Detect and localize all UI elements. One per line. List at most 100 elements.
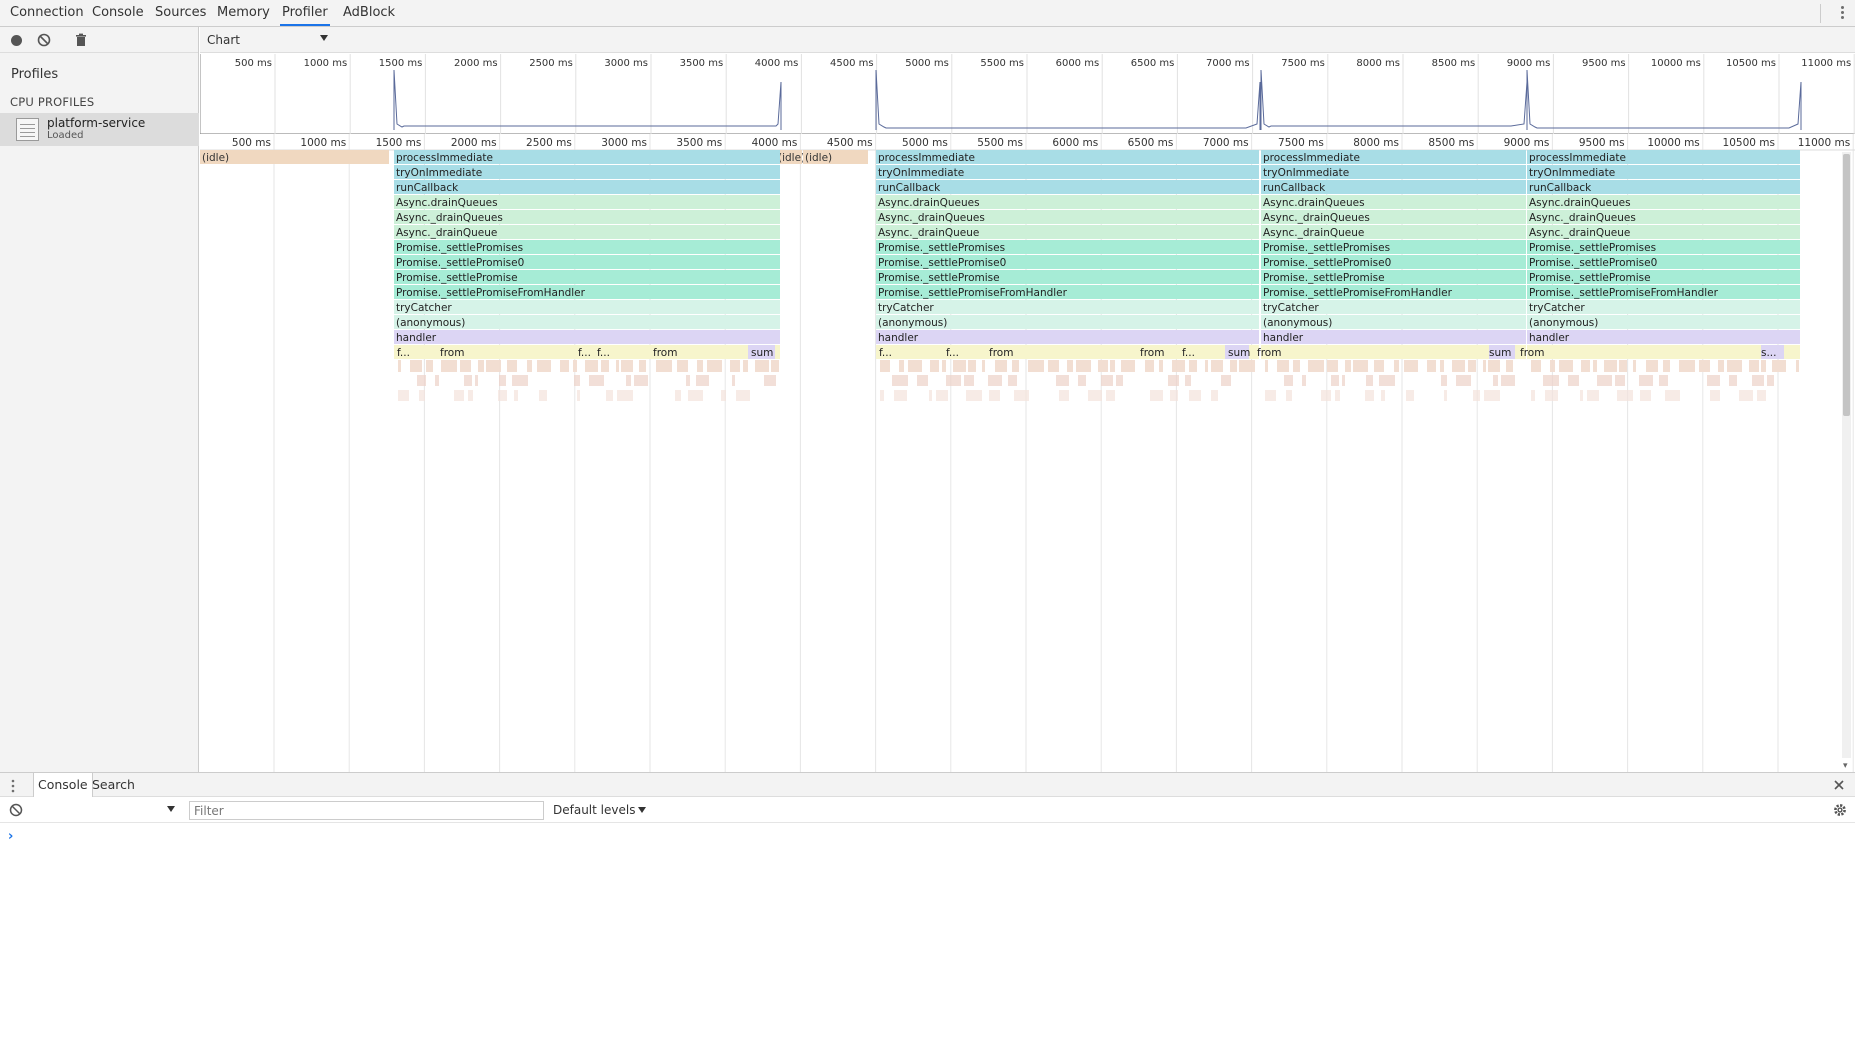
deep-frame-bar bbox=[688, 390, 703, 401]
settings-gear-icon[interactable] bbox=[1833, 803, 1847, 817]
deep-frame-bar bbox=[634, 375, 648, 386]
deep-frame-bar bbox=[880, 360, 890, 372]
overview-tick-label: 3000 ms bbox=[604, 58, 648, 69]
frame-label: Promise._settlePromise0 bbox=[396, 257, 524, 269]
frame-label: Async.drainQueues bbox=[878, 197, 980, 209]
deep-frame-bar bbox=[930, 360, 939, 372]
deep-frame-bar bbox=[1568, 375, 1579, 386]
timeline-overview[interactable]: 500 ms 1000 ms 1500 ms 2000 ms 2500 ms 3000 m… bbox=[199, 54, 1855, 134]
frame-label: Promise._settlePromise bbox=[878, 272, 1000, 284]
chart-toolbar: Chart bbox=[200, 27, 1855, 53]
trash-icon[interactable] bbox=[74, 33, 88, 47]
deep-frame-bar bbox=[1110, 360, 1115, 372]
overview-tick-label: 2500 ms bbox=[529, 58, 573, 69]
frame-label: Async._drainQueues bbox=[1263, 212, 1370, 224]
tab-profiler[interactable]: Profiler bbox=[280, 0, 330, 26]
tab-connection[interactable]: Connection bbox=[8, 0, 86, 26]
deep-frame-bar bbox=[1012, 360, 1019, 372]
drawer-tab-search[interactable]: Search bbox=[88, 773, 139, 797]
filter-input[interactable] bbox=[189, 801, 544, 820]
context-select[interactable] bbox=[30, 801, 178, 819]
deep-frame-bar bbox=[1366, 375, 1373, 386]
drawer-menu-icon[interactable] bbox=[10, 779, 16, 793]
deep-frame-bar bbox=[1640, 390, 1651, 401]
deep-frame-bar bbox=[1170, 390, 1178, 401]
more-options-icon[interactable] bbox=[1839, 5, 1845, 21]
deep-frame-bar bbox=[1581, 360, 1590, 372]
toolbar-divider bbox=[1820, 4, 1821, 23]
deep-frame-bar bbox=[721, 390, 726, 401]
overview-tick-label: 10500 ms bbox=[1726, 58, 1776, 69]
deep-frame-bar bbox=[1101, 375, 1113, 386]
deep-frame-bar bbox=[507, 360, 517, 372]
tab-memory[interactable]: Memory bbox=[215, 0, 272, 26]
overview-tick-label: 7000 ms bbox=[1206, 58, 1250, 69]
profile-item-platform-service[interactable]: platform-service Loaded bbox=[0, 113, 199, 146]
frame-label: Async._drainQueues bbox=[878, 212, 985, 224]
log-levels-select[interactable]: Default levels bbox=[553, 803, 647, 817]
frame-label: handler bbox=[1263, 332, 1304, 344]
tab-console[interactable]: Console bbox=[90, 0, 146, 26]
clear-console-icon[interactable] bbox=[9, 803, 23, 817]
flame-tick-label: 6000 ms bbox=[1052, 137, 1098, 149]
cpu-profiles-heading: CPU PROFILES bbox=[10, 95, 95, 109]
deep-frame-bar bbox=[1493, 375, 1498, 386]
deep-frame-bar bbox=[1353, 360, 1368, 372]
leaf-label: f... bbox=[578, 347, 591, 359]
deep-frame-bar bbox=[1749, 360, 1759, 372]
deep-frame-bar bbox=[1230, 360, 1237, 372]
deep-frame-bar bbox=[577, 390, 580, 401]
deep-frame-bar bbox=[419, 390, 425, 401]
drawer-tab-console[interactable]: Console bbox=[33, 773, 93, 797]
frame-label: Promise._settlePromise0 bbox=[1529, 257, 1657, 269]
console-prompt[interactable]: › bbox=[8, 829, 13, 844]
overview-tick-label: 1500 ms bbox=[379, 58, 423, 69]
tab-sources[interactable]: Sources bbox=[153, 0, 208, 26]
frame-label: Async._drainQueue bbox=[1263, 227, 1364, 239]
deep-frame-bar bbox=[1488, 360, 1500, 372]
tab-adblock[interactable]: AdBlock bbox=[341, 0, 397, 26]
frame-label: Promise._settlePromise0 bbox=[1263, 257, 1391, 269]
leaf-label: s... bbox=[1761, 347, 1776, 359]
flame-chart[interactable]: 500 ms 1000 ms 1500 ms 2000 ms 2500 ms 3000 m… bbox=[200, 134, 1855, 772]
deep-frame-bar bbox=[1211, 360, 1223, 372]
deep-frame-bar bbox=[1718, 360, 1724, 372]
deep-frame-bar bbox=[499, 375, 506, 386]
deep-frame-bar bbox=[606, 390, 613, 401]
deep-frame-bar bbox=[1014, 390, 1029, 401]
deep-frame-bar bbox=[730, 360, 740, 372]
deep-frame-bar bbox=[1379, 375, 1395, 386]
record-icon[interactable] bbox=[9, 33, 23, 47]
frame-bar bbox=[876, 330, 1259, 344]
deep-frame-bar bbox=[1550, 360, 1555, 372]
deep-frame-bar bbox=[995, 360, 1007, 372]
frame-label: Promise._settlePromiseFromHandler bbox=[1529, 287, 1719, 299]
frame-bar bbox=[394, 330, 780, 344]
deep-frame-bar bbox=[1404, 360, 1418, 372]
deep-frame-bar bbox=[1441, 375, 1447, 386]
deep-frame-bar bbox=[1076, 360, 1091, 372]
leaf-label: from bbox=[1520, 347, 1544, 359]
deep-frame-bar bbox=[917, 375, 928, 386]
deep-frame-bar bbox=[1098, 360, 1108, 372]
deep-frame-bar bbox=[1761, 360, 1766, 372]
devtools-tab-bar: Connection Console Sources Memory Profil… bbox=[0, 0, 1855, 27]
overview-tick-label: 9500 ms bbox=[1582, 58, 1626, 69]
leaf-label: sum bbox=[1489, 347, 1511, 359]
frame-label: runCallback bbox=[396, 182, 459, 194]
close-icon[interactable] bbox=[1833, 779, 1845, 791]
deep-frame-bar bbox=[573, 360, 577, 372]
flame-tick-label: 8500 ms bbox=[1428, 137, 1474, 149]
deep-frame-bar bbox=[1617, 390, 1633, 401]
profiles-toolbar bbox=[0, 27, 198, 53]
deep-frame-bar bbox=[1659, 375, 1668, 386]
frame-bar bbox=[394, 300, 780, 314]
deep-frame-bar bbox=[771, 360, 779, 372]
overview-tick-label: 10000 ms bbox=[1651, 58, 1701, 69]
deep-frame-bar bbox=[1145, 360, 1154, 372]
deep-frame-bar bbox=[1345, 360, 1351, 372]
view-mode-select[interactable]: Chart bbox=[207, 33, 328, 47]
flame-tick-label: 2500 ms bbox=[526, 137, 572, 149]
clear-icon[interactable] bbox=[37, 33, 51, 47]
overview-cpu-curve bbox=[393, 69, 782, 130]
